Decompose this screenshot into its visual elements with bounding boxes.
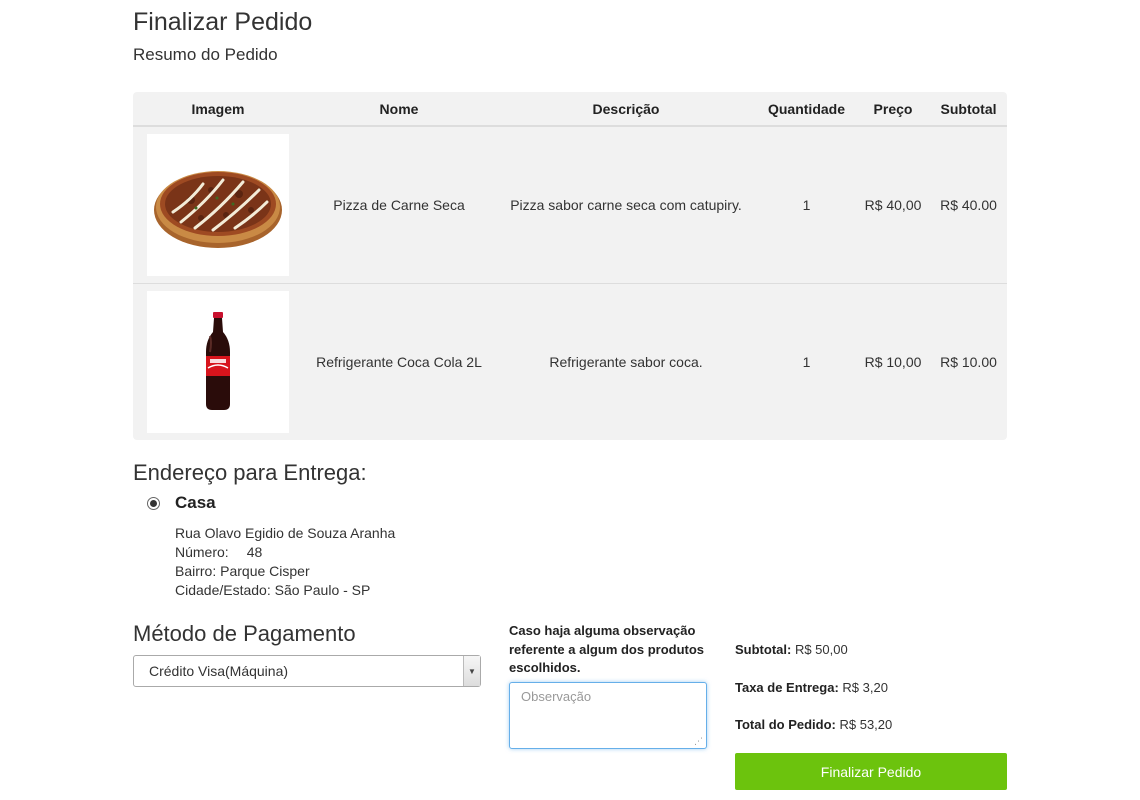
summary-subtotal-label: Subtotal:	[735, 642, 792, 657]
table-row: Refrigerante Coca Cola 2L Refrigerante s…	[133, 282, 1007, 440]
product-quantity: 1	[757, 282, 856, 440]
product-name: Pizza de Carne Seca	[333, 196, 465, 213]
address-number-value: 48	[246, 544, 263, 560]
summary-delivery-fee-label: Taxa de Entrega:	[735, 680, 839, 695]
summary-subtotal-value: R$ 50,00	[794, 642, 848, 657]
address-number-label: Número:	[175, 544, 229, 560]
summary-order-total-label: Total do Pedido:	[735, 717, 836, 732]
address-city-state: Cidade/Estado: São Paulo - SP	[175, 582, 371, 598]
header-image: Imagem	[133, 92, 303, 127]
observation-textarea[interactable]	[509, 682, 707, 749]
product-description: Pizza sabor carne seca com catupiry.	[510, 196, 742, 213]
address-details: Rua Olavo Egidio de Souza Aranha Número:…	[175, 524, 395, 600]
payment-method-value: Crédito Visa(Máquina)	[149, 663, 289, 679]
observation-label: Caso haja alguma observação referente a …	[509, 623, 705, 675]
finish-order-button[interactable]: Finalizar Pedido	[735, 753, 1007, 790]
summary-delivery-fee-value: R$ 3,20	[842, 680, 888, 695]
address-radio-casa[interactable]	[147, 497, 160, 510]
chevron-down-icon[interactable]: ▼	[463, 656, 480, 686]
product-description: Refrigerante sabor coca.	[495, 282, 757, 440]
address-name: Casa	[175, 493, 216, 512]
payment-method-select[interactable]: Crédito Visa(Máquina) ▼	[133, 655, 481, 687]
header-quantity: Quantidade	[757, 92, 856, 127]
resize-handle-icon[interactable]: ⋰	[694, 737, 703, 746]
delivery-address-title: Endereço para Entrega:	[133, 460, 367, 485]
header-description: Descrição	[495, 92, 757, 127]
header-price: Preço	[856, 92, 930, 127]
table-row: Pizza de Carne Seca Pizza sabor carne se…	[133, 126, 1007, 283]
summary-order-total: Total do Pedido: R$ 53,20	[735, 717, 892, 732]
header-subtotal: Subtotal	[930, 92, 1007, 127]
address-neighborhood: Bairro: Parque Cisper	[175, 563, 310, 579]
summary-order-total-value: R$ 53,20	[839, 717, 893, 732]
product-subtotal: R$ 40.00	[940, 196, 997, 213]
order-summary-table: Imagem Nome Descrição Quantidade Preço S…	[133, 92, 1007, 440]
radio-selected-dot	[150, 500, 157, 507]
coca-cola-bottle-image	[147, 290, 289, 433]
product-name: Refrigerante Coca Cola 2L	[303, 282, 495, 440]
table-header-row: Imagem Nome Descrição Quantidade Preço S…	[133, 92, 1007, 127]
header-name: Nome	[303, 92, 495, 127]
page-subtitle: Resumo do Pedido	[133, 45, 278, 64]
product-quantity: 1	[802, 196, 811, 213]
product-subtotal: R$ 10.00	[930, 282, 1007, 440]
payment-method-title: Método de Pagamento	[133, 621, 356, 646]
summary-subtotal: Subtotal: R$ 50,00	[735, 642, 848, 657]
address-street: Rua Olavo Egidio de Souza Aranha	[175, 525, 396, 541]
product-price: R$ 40,00	[864, 196, 922, 213]
product-image-cell	[133, 126, 303, 283]
page-title: Finalizar Pedido	[133, 8, 313, 36]
product-price: R$ 10,00	[856, 282, 930, 440]
address-number: Número: 48	[175, 543, 395, 562]
pizza-image	[147, 133, 289, 276]
summary-delivery-fee: Taxa de Entrega: R$ 3,20	[735, 680, 888, 695]
product-image-cell	[133, 282, 303, 440]
